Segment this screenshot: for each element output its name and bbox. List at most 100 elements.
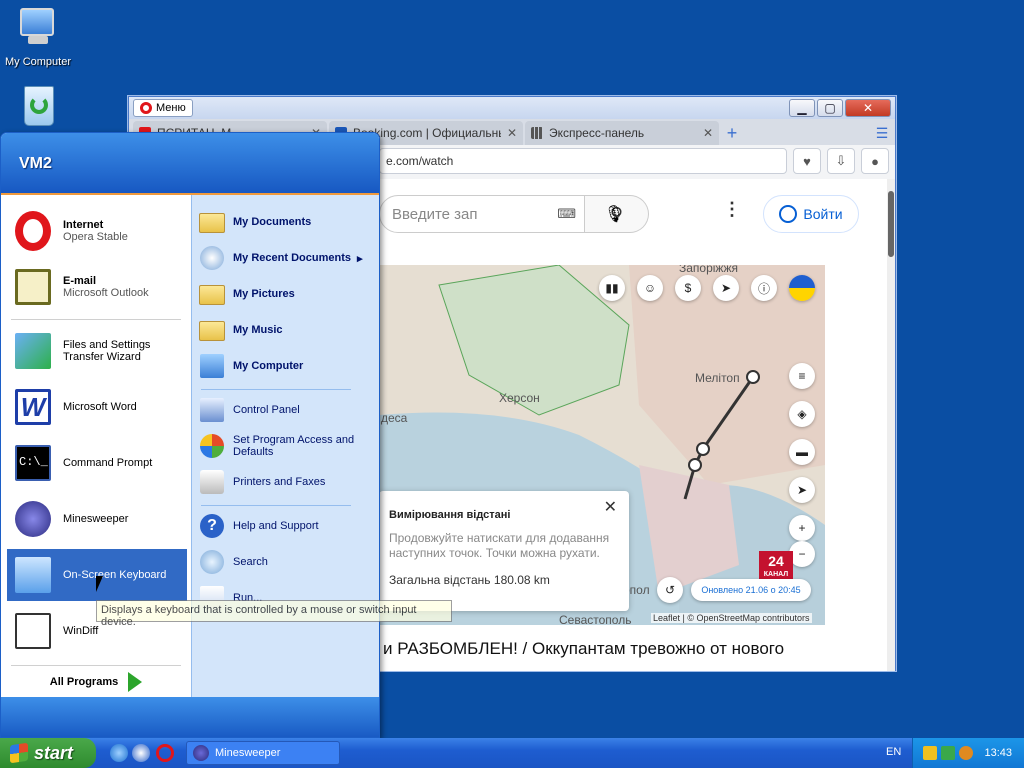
printer-icon — [197, 467, 227, 497]
keyboard-icon[interactable]: ⌨ — [557, 206, 576, 222]
printers-faxes[interactable]: Printers and Faxes — [197, 465, 377, 499]
all-programs-button[interactable]: All Programs — [1, 665, 191, 699]
opera-menu-button[interactable]: Меню — [133, 99, 193, 117]
pinned-internet[interactable]: Internet Opera Stable — [7, 205, 187, 257]
place-label: Help and Support — [233, 520, 319, 532]
recent-label: On-Screen Keyboard — [63, 569, 167, 581]
opera-quicklaunch-icon[interactable] — [156, 744, 174, 762]
tab-close-icon[interactable]: ✕ — [507, 126, 517, 140]
microphone-icon[interactable]: 🎙 — [599, 199, 629, 229]
my-recent-documents[interactable]: My Recent Documents ▸ — [197, 241, 377, 275]
stats-icon[interactable]: ▮▮ — [599, 275, 625, 301]
security-shield-icon[interactable] — [923, 746, 937, 760]
speed-dial-icon — [531, 127, 543, 139]
search-tray-icon[interactable] — [959, 746, 973, 760]
taskbar-minesweeper[interactable]: Minesweeper — [186, 741, 340, 765]
place-label: My Computer — [233, 360, 304, 372]
filters-icon[interactable]: ≡ — [789, 363, 815, 389]
url-field[interactable]: e.com/watch — [379, 148, 787, 174]
system-tray: 13:43 — [912, 738, 1024, 768]
locate-icon[interactable]: ➤ — [789, 477, 815, 503]
recent-label: Files and Settings Transfer Wizard — [63, 339, 151, 363]
place-label: My Recent Documents — [233, 252, 351, 264]
search[interactable]: Search — [197, 545, 377, 579]
recent-osk[interactable]: On-Screen Keyboard — [7, 549, 187, 601]
ukraine-flag-icon[interactable] — [789, 275, 815, 301]
help-support[interactable]: ? Help and Support — [197, 509, 377, 543]
music-folder-icon — [197, 315, 227, 345]
page-scrollbar[interactable] — [887, 179, 895, 671]
windiff-icon — [11, 609, 55, 653]
more-options-icon[interactable]: ⋮ — [723, 199, 741, 220]
minesweeper-icon — [11, 497, 55, 541]
video-headline[interactable]: и РАЗБОМБЛЕН! / Оккупантам тревожно от н… — [383, 639, 784, 659]
tab-menu-icon[interactable]: ☰ — [869, 121, 895, 145]
recent-docs-icon — [197, 243, 227, 273]
set-program-access[interactable]: Set Program Access and Defaults — [197, 429, 377, 463]
login-button[interactable]: Войти — [763, 195, 859, 233]
map-label-sevastopol: Севастополь — [559, 613, 632, 625]
tab-3[interactable]: Экспресс-панель ✕ — [525, 121, 719, 145]
start-menu-footer — [1, 697, 379, 737]
recent-cmd[interactable]: C:\_ Command Prompt — [7, 437, 187, 489]
recent-transfer-wizard[interactable]: Files and Settings Transfer Wizard — [7, 325, 187, 377]
command-prompt-icon: C:\_ — [11, 441, 55, 485]
download-icon[interactable]: ⇩ — [827, 148, 855, 174]
my-computer[interactable]: My Computer — [197, 349, 377, 383]
outlook-icon — [11, 265, 55, 309]
close-button[interactable]: ✕ — [845, 99, 891, 117]
map-attribution[interactable]: Leaflet | © OpenStreetMap contributors — [651, 613, 812, 623]
ie-icon[interactable] — [110, 744, 128, 762]
tab-close-icon[interactable]: ✕ — [703, 126, 713, 140]
my-computer-icon — [14, 4, 62, 52]
opera-icon — [140, 102, 152, 114]
recent-word[interactable]: W Microsoft Word — [7, 381, 187, 433]
popup-close-icon[interactable]: ✕ — [604, 497, 617, 517]
account-icon[interactable]: ● — [861, 148, 889, 174]
recent-minesweeper[interactable]: Minesweeper — [7, 493, 187, 545]
popup-text: Продовжуйте натискати для додавання наст… — [389, 531, 610, 560]
start-menu: VM2 Internet Opera Stable E-mail Microsoft… — [0, 132, 380, 738]
media-icon[interactable] — [132, 744, 150, 762]
recent-label: Microsoft Word — [63, 401, 137, 413]
youtube-search-input[interactable]: Введите зап ⌨ — [379, 195, 585, 233]
recent-label: WinDiff — [63, 625, 99, 637]
language-indicator[interactable]: EN — [886, 746, 901, 758]
place-label: Set Program Access and Defaults — [233, 434, 355, 458]
folder-icon — [197, 207, 227, 237]
start-button[interactable]: start — [0, 738, 96, 768]
telegram-icon[interactable]: ➤ — [713, 275, 739, 301]
layers-icon[interactable]: ◈ — [789, 401, 815, 427]
pinned-title: Internet — [63, 219, 104, 231]
ruler-icon[interactable]: ▬ — [789, 439, 815, 465]
bookmark-heart-icon[interactable]: ♥ — [793, 148, 821, 174]
desktop-icon-recycle-bin[interactable] — [0, 84, 76, 136]
new-tab-button[interactable]: + — [721, 121, 743, 145]
maximize-button[interactable]: ▢ — [817, 99, 843, 117]
pictures-folder-icon — [197, 279, 227, 309]
transfer-wizard-icon — [11, 329, 55, 373]
desktop-icon-my-computer[interactable]: My Computer — [0, 4, 76, 68]
control-panel-icon — [197, 395, 227, 425]
map-label-odesa: деса — [381, 411, 408, 425]
control-panel[interactable]: Control Panel — [197, 393, 377, 427]
history-icon[interactable]: ↺ — [657, 577, 683, 603]
network-icon[interactable] — [941, 746, 955, 760]
updated-badge: Оновлено 21.06 о 20:45 — [691, 579, 811, 601]
place-label: My Pictures — [233, 288, 295, 300]
minesweeper-icon — [193, 745, 209, 761]
map-label-zaporizhzhia: Запоріжжя — [679, 265, 738, 275]
pinned-email[interactable]: E-mail Microsoft Outlook — [7, 261, 187, 313]
task-label: Minesweeper — [215, 747, 281, 759]
menu-label: Меню — [156, 102, 186, 114]
my-documents[interactable]: My Documents — [197, 205, 377, 239]
map-label-melitopol: Мелітоп — [695, 371, 740, 385]
minimize-button[interactable]: ▁ — [789, 99, 815, 117]
donate-icon[interactable]: $ — [675, 275, 701, 301]
bot-icon[interactable]: ☺ — [637, 275, 663, 301]
info-icon[interactable]: ⓘ — [751, 275, 777, 301]
my-pictures[interactable]: My Pictures — [197, 277, 377, 311]
search-placeholder: Введите зап — [392, 205, 478, 223]
my-music[interactable]: My Music — [197, 313, 377, 347]
zoom-in-button[interactable]: + — [789, 515, 815, 541]
